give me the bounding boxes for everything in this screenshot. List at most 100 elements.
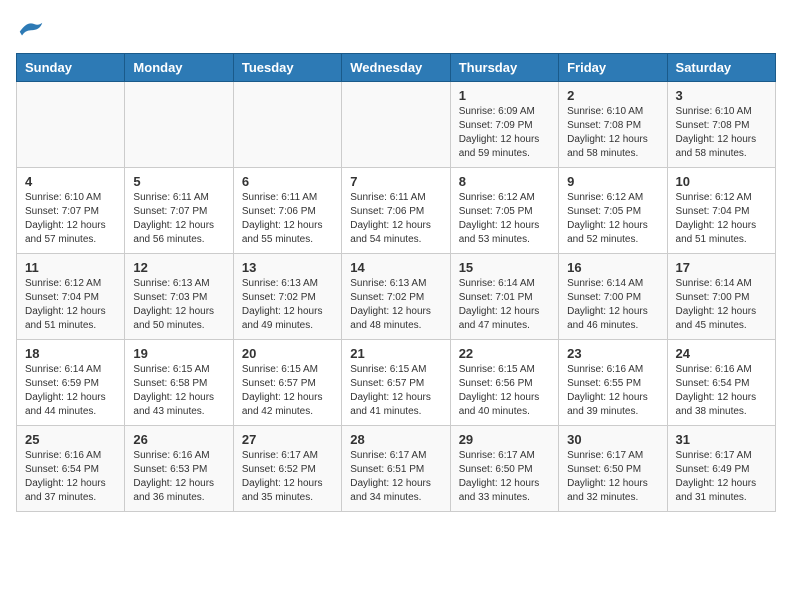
day-number: 25 — [25, 432, 116, 447]
calendar-cell: 17Sunrise: 6:14 AMSunset: 7:00 PMDayligh… — [667, 254, 775, 340]
day-number: 1 — [459, 88, 550, 103]
day-number: 28 — [350, 432, 441, 447]
day-info: Sunrise: 6:10 AMSunset: 7:08 PMDaylight:… — [567, 105, 658, 161]
calendar-week-5: 25 Sunrise: 6:16 AMSunset: 6:54 PMDayligh… — [17, 426, 776, 512]
day-number: 11 — [25, 260, 116, 275]
calendar-cell — [233, 82, 341, 168]
day-info: Sunrise: 6:17 AMSunset: 6:50 PMDaylight:… — [459, 449, 550, 505]
day-info: Sunrise: 6:12 AMSunset: 7:05 PMDaylight:… — [567, 191, 658, 247]
calendar-cell: 10 Sunrise: 6:12 AMSunset: 7:04 PMDayligh… — [667, 168, 775, 254]
day-info: Sunrise: 6:11 AMSunset: 7:06 PMDaylight:… — [350, 191, 441, 247]
day-info: Sunrise: 6:13 AMSunset: 7:02 PMDaylight:… — [350, 277, 441, 333]
calendar: SundayMondayTuesdayWednesdayThursdayFrid… — [16, 53, 776, 512]
day-number: 26 — [133, 432, 224, 447]
calendar-cell: 1 Sunrise: 6:09 AMSunset: 7:09 PMDaylight… — [450, 82, 558, 168]
day-info: Sunrise: 6:15 AMSunset: 6:56 PMDaylight:… — [459, 363, 550, 419]
calendar-header-row: SundayMondayTuesdayWednesdayThursdayFrid… — [17, 54, 776, 82]
calendar-cell: 6Sunrise: 6:11 AMSunset: 7:06 PMDaylight… — [233, 168, 341, 254]
day-number: 10 — [676, 174, 767, 189]
day-number: 14 — [350, 260, 441, 275]
calendar-cell: 12 Sunrise: 6:13 AMSunset: 7:03 PMDayligh… — [125, 254, 233, 340]
calendar-cell — [17, 82, 125, 168]
day-number: 31 — [676, 432, 767, 447]
calendar-cell: 20 Sunrise: 6:15 AMSunset: 6:57 PMDayligh… — [233, 340, 341, 426]
day-info: Sunrise: 6:13 AMSunset: 7:02 PMDaylight:… — [242, 277, 333, 333]
calendar-cell: 15Sunrise: 6:14 AMSunset: 7:01 PMDayligh… — [450, 254, 558, 340]
day-number: 2 — [567, 88, 658, 103]
calendar-body: 1 Sunrise: 6:09 AMSunset: 7:09 PMDaylight… — [17, 82, 776, 512]
calendar-cell: 19 Sunrise: 6:15 AMSunset: 6:58 PMDayligh… — [125, 340, 233, 426]
calendar-cell: 8 Sunrise: 6:12 AMSunset: 7:05 PMDaylight… — [450, 168, 558, 254]
calendar-cell: 5Sunrise: 6:11 AMSunset: 7:07 PMDaylight… — [125, 168, 233, 254]
day-number: 20 — [242, 346, 333, 361]
day-info: Sunrise: 6:15 AMSunset: 6:57 PMDaylight:… — [242, 363, 333, 419]
calendar-cell: 25 Sunrise: 6:16 AMSunset: 6:54 PMDayligh… — [17, 426, 125, 512]
day-number: 23 — [567, 346, 658, 361]
day-number: 27 — [242, 432, 333, 447]
calendar-cell: 9 Sunrise: 6:12 AMSunset: 7:05 PMDaylight… — [559, 168, 667, 254]
day-info: Sunrise: 6:16 AMSunset: 6:54 PMDaylight:… — [25, 449, 116, 505]
day-number: 29 — [459, 432, 550, 447]
calendar-cell: 30 Sunrise: 6:17 AMSunset: 6:50 PMDayligh… — [559, 426, 667, 512]
calendar-cell: 27Sunrise: 6:17 AMSunset: 6:52 PMDayligh… — [233, 426, 341, 512]
calendar-cell: 7 Sunrise: 6:11 AMSunset: 7:06 PMDaylight… — [342, 168, 450, 254]
calendar-cell: 22 Sunrise: 6:15 AMSunset: 6:56 PMDayligh… — [450, 340, 558, 426]
calendar-week-4: 18Sunrise: 6:14 AMSunset: 6:59 PMDayligh… — [17, 340, 776, 426]
day-info: Sunrise: 6:15 AMSunset: 6:57 PMDaylight:… — [350, 363, 441, 419]
calendar-header-saturday: Saturday — [667, 54, 775, 82]
calendar-cell: 14 Sunrise: 6:13 AMSunset: 7:02 PMDayligh… — [342, 254, 450, 340]
day-info: Sunrise: 6:10 AMSunset: 7:08 PMDaylight:… — [676, 105, 767, 161]
day-number: 17 — [676, 260, 767, 275]
calendar-header-friday: Friday — [559, 54, 667, 82]
calendar-week-1: 1 Sunrise: 6:09 AMSunset: 7:09 PMDaylight… — [17, 82, 776, 168]
day-info: Sunrise: 6:16 AMSunset: 6:53 PMDaylight:… — [133, 449, 224, 505]
day-info: Sunrise: 6:17 AMSunset: 6:50 PMDaylight:… — [567, 449, 658, 505]
day-info: Sunrise: 6:11 AMSunset: 7:07 PMDaylight:… — [133, 191, 224, 247]
day-number: 22 — [459, 346, 550, 361]
calendar-header-monday: Monday — [125, 54, 233, 82]
calendar-cell: 31 Sunrise: 6:17 AMSunset: 6:49 PMDayligh… — [667, 426, 775, 512]
calendar-cell: 11Sunrise: 6:12 AMSunset: 7:04 PMDayligh… — [17, 254, 125, 340]
calendar-cell — [342, 82, 450, 168]
calendar-cell: 29 Sunrise: 6:17 AMSunset: 6:50 PMDayligh… — [450, 426, 558, 512]
day-number: 24 — [676, 346, 767, 361]
calendar-cell: 2 Sunrise: 6:10 AMSunset: 7:08 PMDaylight… — [559, 82, 667, 168]
day-number: 3 — [676, 88, 767, 103]
day-number: 4 — [25, 174, 116, 189]
day-number: 18 — [25, 346, 116, 361]
calendar-cell: 13 Sunrise: 6:13 AMSunset: 7:02 PMDayligh… — [233, 254, 341, 340]
day-info: Sunrise: 6:16 AMSunset: 6:55 PMDaylight:… — [567, 363, 658, 419]
calendar-cell: 26 Sunrise: 6:16 AMSunset: 6:53 PMDayligh… — [125, 426, 233, 512]
calendar-header-sunday: Sunday — [17, 54, 125, 82]
calendar-cell: 4 Sunrise: 6:10 AMSunset: 7:07 PMDaylight… — [17, 168, 125, 254]
day-number: 6 — [242, 174, 333, 189]
calendar-header-thursday: Thursday — [450, 54, 558, 82]
day-info: Sunrise: 6:17 AMSunset: 6:49 PMDaylight:… — [676, 449, 767, 505]
calendar-cell: 18Sunrise: 6:14 AMSunset: 6:59 PMDayligh… — [17, 340, 125, 426]
day-info: Sunrise: 6:14 AMSunset: 7:01 PMDaylight:… — [459, 277, 550, 333]
calendar-cell: 16 Sunrise: 6:14 AMSunset: 7:00 PMDayligh… — [559, 254, 667, 340]
calendar-cell: 23 Sunrise: 6:16 AMSunset: 6:55 PMDayligh… — [559, 340, 667, 426]
day-number: 21 — [350, 346, 441, 361]
day-number: 7 — [350, 174, 441, 189]
calendar-cell: 28 Sunrise: 6:17 AMSunset: 6:51 PMDayligh… — [342, 426, 450, 512]
day-number: 16 — [567, 260, 658, 275]
calendar-week-3: 11Sunrise: 6:12 AMSunset: 7:04 PMDayligh… — [17, 254, 776, 340]
day-number: 8 — [459, 174, 550, 189]
day-info: Sunrise: 6:12 AMSunset: 7:04 PMDaylight:… — [676, 191, 767, 247]
calendar-week-2: 4 Sunrise: 6:10 AMSunset: 7:07 PMDaylight… — [17, 168, 776, 254]
day-info: Sunrise: 6:12 AMSunset: 7:05 PMDaylight:… — [459, 191, 550, 247]
day-info: Sunrise: 6:14 AMSunset: 7:00 PMDaylight:… — [567, 277, 658, 333]
day-info: Sunrise: 6:10 AMSunset: 7:07 PMDaylight:… — [25, 191, 116, 247]
calendar-header-tuesday: Tuesday — [233, 54, 341, 82]
day-number: 9 — [567, 174, 658, 189]
day-number: 19 — [133, 346, 224, 361]
day-info: Sunrise: 6:17 AMSunset: 6:51 PMDaylight:… — [350, 449, 441, 505]
day-number: 30 — [567, 432, 658, 447]
calendar-cell: 24Sunrise: 6:16 AMSunset: 6:54 PMDayligh… — [667, 340, 775, 426]
day-number: 13 — [242, 260, 333, 275]
day-info: Sunrise: 6:09 AMSunset: 7:09 PMDaylight:… — [459, 105, 550, 161]
day-number: 12 — [133, 260, 224, 275]
day-info: Sunrise: 6:13 AMSunset: 7:03 PMDaylight:… — [133, 277, 224, 333]
day-info: Sunrise: 6:15 AMSunset: 6:58 PMDaylight:… — [133, 363, 224, 419]
